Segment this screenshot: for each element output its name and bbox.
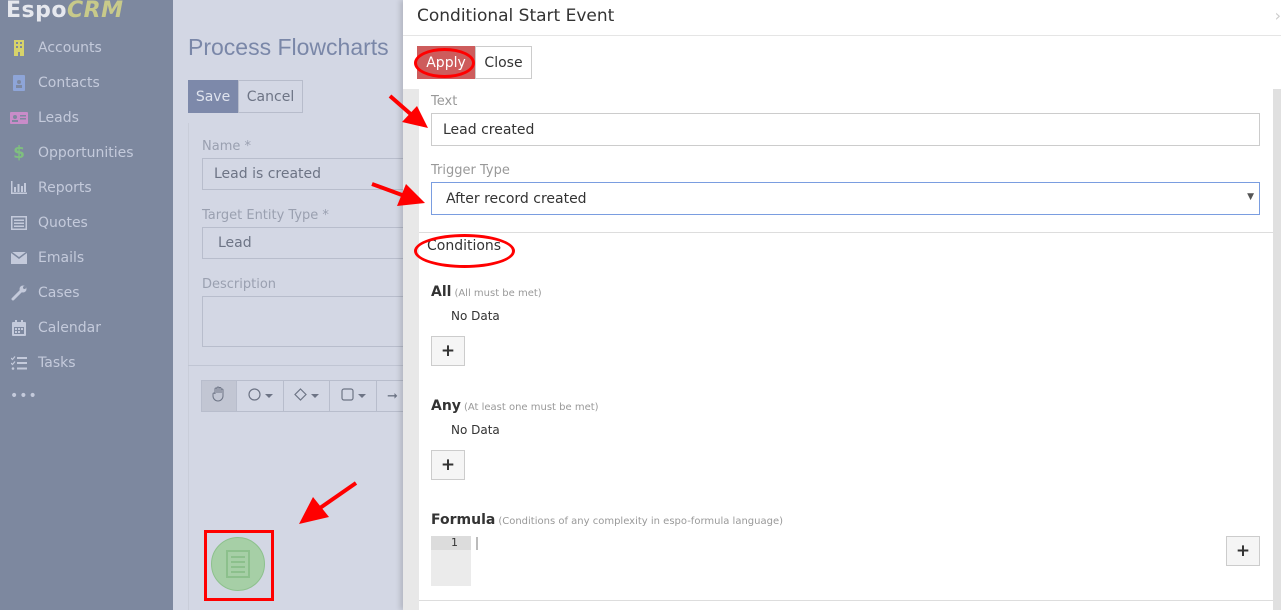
line-number: 1 [431,536,471,550]
arrow-right-icon: ➞ [387,388,398,404]
envelope-icon [10,250,28,266]
all-group-heading: All (All must be met) [431,284,542,300]
sidebar-item-tasks[interactable]: Tasks [0,345,173,380]
formula-title: Formula [431,512,496,528]
logo-accent: CRM [67,0,124,23]
gateway-tool-button[interactable] [284,381,330,411]
sidebar-item-label: Cases [38,284,80,301]
sidebar-item-reports[interactable]: Reports [0,170,173,205]
sidebar-item-label: Emails [38,249,85,266]
logo-text: Espo [6,0,67,23]
divider [419,600,1273,601]
save-button[interactable]: Save [188,80,238,113]
sidebar-item-label: Accounts [38,39,102,56]
trigger-type-label: Trigger Type [431,163,510,178]
event-tool-button[interactable] [237,381,284,411]
divider [419,232,1273,233]
description-label: Description [202,277,277,292]
formula-editor-cursor[interactable] [476,537,478,550]
annotation-ellipse-apply [414,48,475,78]
name-label: Name * [202,139,251,154]
building-icon [10,39,28,56]
sidebar-item-emails[interactable]: Emails [0,240,173,275]
sidebar-item-accounts[interactable]: Accounts [0,30,173,65]
bar-chart-icon [10,180,28,196]
divider [188,365,405,366]
square-icon [340,387,354,405]
add-any-condition-button[interactable]: + [431,450,465,480]
sidebar-item-label: Calendar [38,319,101,336]
dialog-header: Conditional Start Event › [403,0,1281,36]
caret-down-icon [311,394,319,398]
close-button[interactable]: Close [475,46,532,79]
all-empty-text: No Data [451,309,500,323]
address-card-icon [10,110,28,126]
text-label: Text [431,94,458,109]
circle-icon [247,387,261,405]
sidebar-item-opportunities[interactable]: $ Opportunities [0,135,173,170]
any-title: Any [431,398,461,414]
flowchart-toolbar: ➞ [201,380,408,412]
sidebar-item-label: Reports [38,179,92,196]
annotation-ellipse-conditions [414,234,515,268]
sidebar-item-quotes[interactable]: Quotes [0,205,173,240]
sidebar-item-label: Quotes [38,214,88,231]
sidebar: EspoCRM Accounts Contacts Leads $ Opport… [0,0,173,610]
cancel-button[interactable]: Cancel [238,80,303,113]
main-content: Process Flowcharts Save Cancel Name * Le… [173,0,412,610]
hand-icon [212,386,226,406]
any-hint: (At least one must be met) [463,402,599,413]
side-panel-dialog: Conditional Start Event › Apply Close Te… [403,0,1281,610]
annotation-highlight-box [204,530,274,601]
text-field[interactable]: Lead created [431,113,1260,146]
formula-heading: Formula (Conditions of any complexity in … [431,512,783,528]
diamond-icon [294,387,307,405]
sidebar-item-label: Opportunities [38,144,134,161]
task-tool-button[interactable] [330,381,377,411]
calendar-icon [10,319,28,336]
sidebar-item-contacts[interactable]: Contacts [0,65,173,100]
sidebar-item-calendar[interactable]: Calendar [0,310,173,345]
page-title: Process Flowcharts [188,34,389,60]
formula-hint: (Conditions of any complexity in espo-fo… [498,516,784,527]
all-title: All [431,284,452,300]
add-formula-attribute-button[interactable]: + [1226,536,1260,566]
add-all-condition-button[interactable]: + [431,336,465,366]
sidebar-item-label: Tasks [38,354,76,371]
formula-editor-gutter: 1 [431,536,471,586]
dollar-icon: $ [13,142,25,163]
panel-edge [403,89,419,610]
sidebar-item-leads[interactable]: Leads [0,100,173,135]
caret-down-icon [357,394,366,398]
logo[interactable]: EspoCRM [6,0,123,26]
chevron-right-icon[interactable]: › [1275,6,1281,25]
more-icon[interactable]: ••• [10,388,38,404]
sidebar-item-label: Contacts [38,74,100,91]
name-field[interactable]: Lead is created [202,158,412,190]
caret-down-icon: ▼ [1247,192,1254,202]
any-empty-text: No Data [451,423,500,437]
dialog-title: Conditional Start Event [417,6,615,26]
id-badge-icon [10,74,28,91]
trigger-type-value: After record created [446,190,587,207]
wrench-icon [10,285,28,301]
sidebar-item-cases[interactable]: Cases [0,275,173,310]
scrollbar[interactable] [1273,89,1281,610]
any-group-heading: Any (At least one must be met) [431,398,599,414]
trigger-type-select[interactable]: After record created ▼ [431,182,1260,215]
all-hint: (All must be met) [454,288,542,299]
list-alt-icon [10,215,28,231]
target-entity-label: Target Entity Type * [202,208,329,223]
sidebar-item-label: Leads [38,109,79,126]
target-entity-field[interactable]: Lead [202,227,412,259]
caret-down-icon [264,394,273,398]
description-field[interactable] [202,296,412,347]
hand-tool-button[interactable] [202,381,237,411]
tasks-icon [10,355,28,371]
